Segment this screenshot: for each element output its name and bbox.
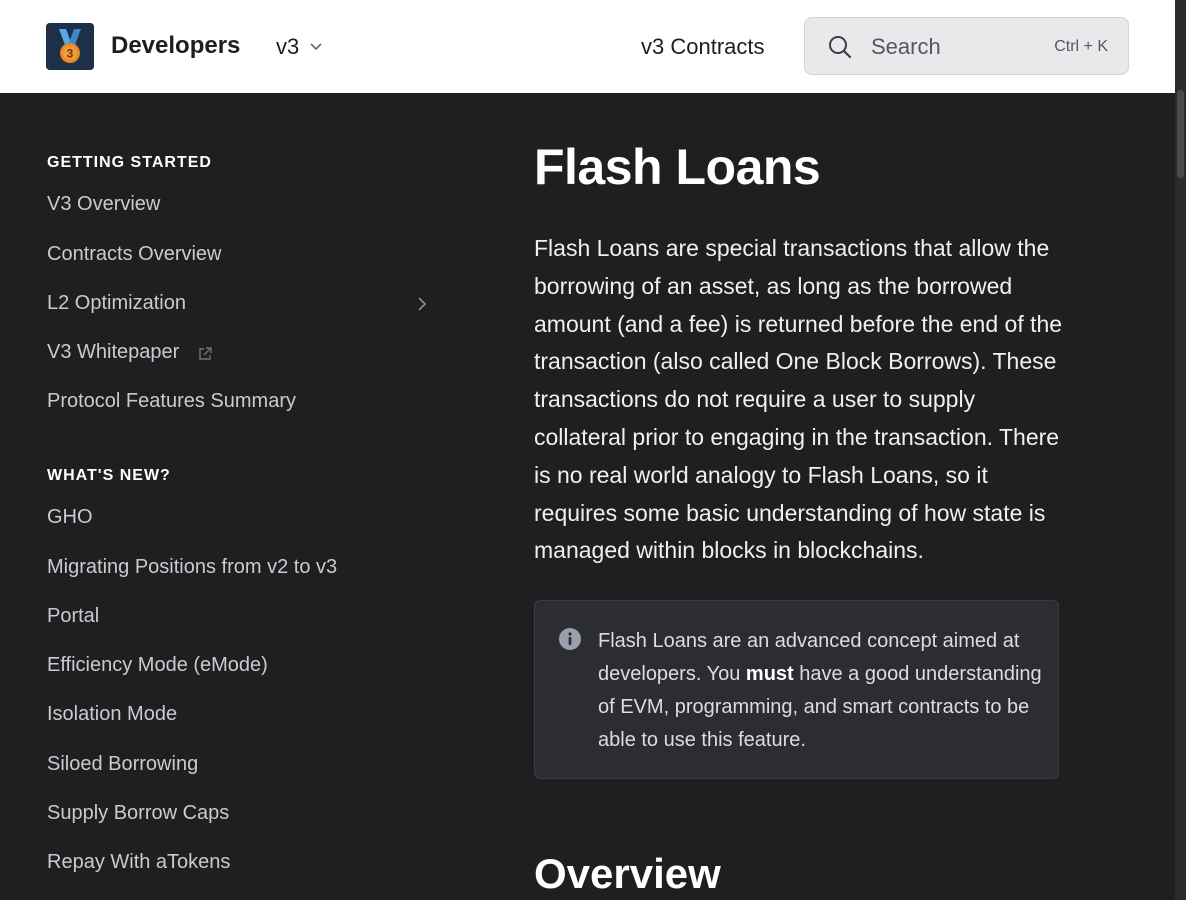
sidebar-item-gho[interactable]: GHO: [47, 506, 427, 529]
sidebar-item-v3-whitepaper[interactable]: V3 Whitepaper: [47, 341, 427, 364]
svg-text:3: 3: [67, 47, 74, 61]
external-link-icon: [199, 346, 212, 360]
admonition-emphasis: must: [745, 663, 794, 685]
sidebar-item-label: Isolation Mode: [47, 703, 178, 725]
docs-sidebar: GETTING STARTED V3 Overview Contracts Ov…: [0, 93, 460, 900]
page-title: Flash Loans: [534, 139, 821, 195]
sidebar-item-label: Efficiency Mode (eMode): [47, 654, 268, 676]
search-icon: [829, 36, 852, 59]
sidebar-item-v3-overview[interactable]: V3 Overview: [47, 193, 427, 216]
sidebar-item-label: Portal: [47, 605, 100, 627]
sidebar-item-label: V3 Whitepaper: [47, 341, 180, 363]
sidebar-item-isolation-mode[interactable]: Isolation Mode: [47, 703, 427, 726]
section-heading-overview: Overview: [534, 850, 721, 897]
version-label: v3: [276, 34, 300, 59]
sidebar-item-label: L2 Optimization: [47, 292, 186, 314]
version-dropdown[interactable]: v3: [276, 34, 323, 60]
sidebar-item-supply-borrow-caps[interactable]: Supply Borrow Caps: [47, 802, 427, 825]
sidebar-item-label: Repay With aTokens: [47, 851, 231, 873]
sidebar-section-getting-started: GETTING STARTED: [47, 154, 212, 171]
sidebar-section-whats-new: WHAT'S NEW?: [47, 467, 171, 484]
sidebar-item-label: Siloed Borrowing: [47, 753, 199, 775]
sidebar-item-l2-optimization[interactable]: L2 Optimization: [47, 292, 427, 315]
page-scrollbar[interactable]: [1175, 0, 1186, 900]
sidebar-item-label: GHO: [47, 506, 93, 528]
chevron-down-icon: [310, 43, 322, 51]
top-navbar: 3 Developers v3 v3 Contracts Search Ctrl…: [0, 0, 1175, 93]
sidebar-item-migrating-positions[interactable]: Migrating Positions from v2 to v3: [47, 556, 427, 579]
sidebar-item-label: Migrating Positions from v2 to v3: [47, 556, 338, 578]
search-shortcut: Ctrl + K: [1054, 38, 1108, 55]
sidebar-item-repay-with-atokens[interactable]: Repay With aTokens: [47, 851, 427, 874]
scrollbar-thumb[interactable]: [1177, 90, 1184, 178]
brand-title[interactable]: Developers: [111, 32, 240, 60]
site-logo[interactable]: 3: [46, 23, 94, 70]
info-admonition: Flash Loans are an advanced concept aime…: [534, 600, 1059, 779]
search-placeholder: Search: [871, 34, 941, 59]
nav-link-v3-contracts[interactable]: v3 Contracts: [641, 34, 765, 60]
sidebar-item-portal[interactable]: Portal: [47, 605, 427, 628]
medal-logo-icon: 3: [46, 23, 94, 70]
sidebar-item-label: V3 Overview: [47, 193, 161, 215]
info-icon: [559, 628, 581, 650]
sidebar-item-protocol-features-summary[interactable]: Protocol Features Summary: [47, 390, 427, 413]
sidebar-item-label: Supply Borrow Caps: [47, 802, 230, 824]
sidebar-item-label: Protocol Features Summary: [47, 390, 296, 412]
intro-paragraph: Flash Loans are special transactions tha…: [534, 235, 1063, 564]
chevron-right-icon[interactable]: [417, 296, 427, 312]
sidebar-item-siloed-borrowing[interactable]: Siloed Borrowing: [47, 753, 427, 776]
search-button[interactable]: Search Ctrl + K: [804, 17, 1129, 75]
sidebar-item-efficiency-mode[interactable]: Efficiency Mode (eMode): [47, 654, 427, 677]
admonition-text: Flash Loans are an advanced concept aime…: [598, 625, 1043, 757]
sidebar-item-contracts-overview[interactable]: Contracts Overview: [47, 243, 427, 266]
sidebar-item-label: Contracts Overview: [47, 243, 222, 265]
